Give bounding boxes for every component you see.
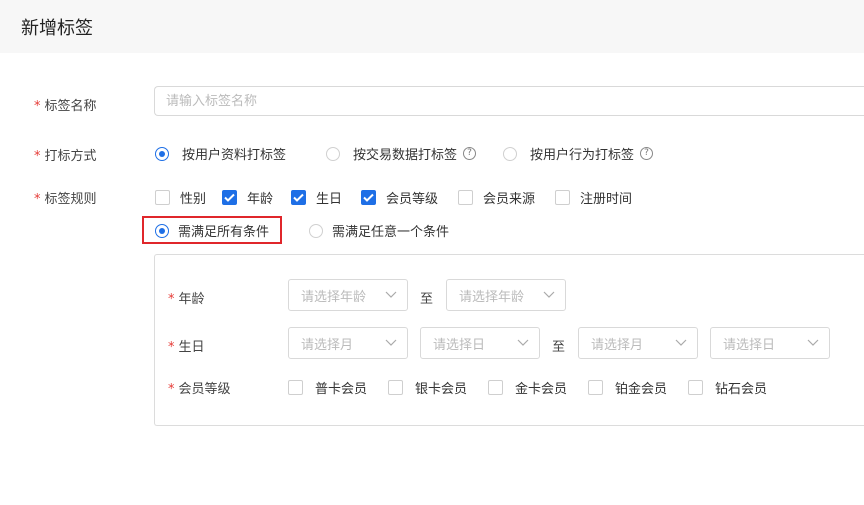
required-mark: * bbox=[34, 99, 41, 114]
rule-check-birthday[interactable]: 生日 bbox=[291, 188, 342, 207]
level-check-silver[interactable]: 银卡会员 bbox=[388, 378, 467, 397]
rule-check-member-source[interactable]: 会员来源 bbox=[458, 188, 535, 207]
birthday-from-month-select[interactable]: 请选择月 bbox=[288, 327, 408, 359]
rule-check-member-level[interactable]: 会员等级 bbox=[361, 188, 438, 207]
level-check-label: 钻石会员 bbox=[715, 382, 768, 397]
select-placeholder: 请选择日 bbox=[723, 337, 776, 353]
chevron-down-icon bbox=[807, 339, 819, 346]
radio-checked-icon[interactable] bbox=[155, 146, 169, 161]
help-icon[interactable]: ? bbox=[640, 147, 654, 160]
rule-check-gender[interactable]: 性别 bbox=[155, 188, 206, 207]
range-separator: 至 bbox=[420, 292, 434, 307]
checkbox-icon[interactable] bbox=[555, 190, 570, 205]
rule-check-register-time[interactable]: 注册时间 bbox=[555, 188, 632, 207]
select-placeholder: 请选择日 bbox=[433, 337, 486, 353]
radio-unchecked-icon[interactable] bbox=[503, 146, 517, 161]
rule-check-age[interactable]: 年龄 bbox=[222, 188, 273, 207]
required-mark: * bbox=[168, 292, 175, 307]
checkbox-icon[interactable] bbox=[488, 380, 503, 395]
radio-checked-icon[interactable] bbox=[155, 223, 169, 238]
level-check-label: 金卡会员 bbox=[515, 382, 568, 397]
birthday-condition-label-text: 生日 bbox=[178, 340, 205, 355]
level-check-label: 银卡会员 bbox=[415, 382, 468, 397]
birthday-to-day-select[interactable]: 请选择日 bbox=[710, 327, 830, 359]
page-title: 新增标签 bbox=[21, 18, 93, 39]
method-option-label: 按交易数据打标签 bbox=[353, 148, 458, 163]
select-placeholder: 请选择年龄 bbox=[301, 289, 367, 305]
method-option-profile[interactable]: 按用户资料打标签 bbox=[155, 144, 286, 163]
level-check-label: 铂金会员 bbox=[615, 382, 668, 397]
age-from-select[interactable]: 请选择年龄 bbox=[288, 279, 408, 311]
match-option-any[interactable]: 需满足任意一个条件 bbox=[309, 221, 449, 240]
page-header: 新增标签 bbox=[0, 0, 864, 53]
required-mark: * bbox=[34, 149, 41, 164]
checkbox-icon[interactable] bbox=[588, 380, 603, 395]
tag-method-label-text: 打标方式 bbox=[44, 149, 97, 164]
required-mark: * bbox=[168, 382, 175, 397]
level-check-label: 普卡会员 bbox=[315, 382, 368, 397]
radio-unchecked-icon[interactable] bbox=[326, 146, 340, 161]
checkbox-icon[interactable] bbox=[458, 190, 473, 205]
level-check-diamond[interactable]: 钻石会员 bbox=[688, 378, 767, 397]
chevron-down-icon bbox=[543, 291, 555, 298]
select-placeholder: 请选择月 bbox=[591, 337, 644, 353]
checkbox-icon[interactable] bbox=[688, 380, 703, 395]
age-condition-label-text: 年龄 bbox=[178, 292, 205, 307]
chevron-down-icon bbox=[385, 339, 397, 346]
rule-check-label: 性别 bbox=[180, 192, 207, 207]
chevron-down-icon bbox=[517, 339, 529, 346]
level-condition-label: * 会员等级 bbox=[168, 378, 231, 397]
method-option-transaction[interactable]: 按交易数据打标签 ? bbox=[326, 144, 477, 163]
tag-rule-label-text: 标签规则 bbox=[44, 192, 97, 207]
tag-name-label-text: 标签名称 bbox=[44, 99, 97, 114]
checkbox-checked-icon[interactable] bbox=[361, 190, 376, 205]
rule-check-label: 生日 bbox=[316, 192, 343, 207]
birthday-from-day-select[interactable]: 请选择日 bbox=[420, 327, 540, 359]
rule-check-label: 年龄 bbox=[247, 192, 274, 207]
level-condition-label-text: 会员等级 bbox=[178, 382, 231, 397]
select-placeholder: 请选择年龄 bbox=[459, 289, 525, 305]
tag-rule-label: * 标签规则 bbox=[34, 188, 97, 207]
rule-check-label: 注册时间 bbox=[580, 192, 633, 207]
tag-name-label: * 标签名称 bbox=[34, 95, 97, 114]
checkbox-checked-icon[interactable] bbox=[291, 190, 306, 205]
birthday-to-month-select[interactable]: 请选择月 bbox=[578, 327, 698, 359]
chevron-down-icon bbox=[675, 339, 687, 346]
age-to-select[interactable]: 请选择年龄 bbox=[446, 279, 566, 311]
range-separator: 至 bbox=[552, 340, 566, 355]
checkbox-checked-icon[interactable] bbox=[222, 190, 237, 205]
help-icon[interactable]: ? bbox=[463, 147, 477, 160]
checkbox-icon[interactable] bbox=[155, 190, 170, 205]
level-check-gold[interactable]: 金卡会员 bbox=[488, 378, 567, 397]
tag-method-label: * 打标方式 bbox=[34, 145, 97, 164]
match-option-label: 需满足任意一个条件 bbox=[332, 225, 450, 240]
rule-check-label: 会员等级 bbox=[386, 192, 439, 207]
select-placeholder: 请选择月 bbox=[301, 337, 354, 353]
match-option-label: 需满足所有条件 bbox=[178, 225, 270, 240]
rule-check-label: 会员来源 bbox=[483, 192, 536, 207]
required-mark: * bbox=[168, 340, 175, 355]
method-option-label: 按用户行为打标签 bbox=[530, 148, 635, 163]
chevron-down-icon bbox=[385, 291, 397, 298]
level-check-regular[interactable]: 普卡会员 bbox=[288, 378, 367, 397]
method-option-label: 按用户资料打标签 bbox=[182, 148, 287, 163]
checkbox-icon[interactable] bbox=[288, 380, 303, 395]
required-mark: * bbox=[34, 192, 41, 207]
radio-unchecked-icon[interactable] bbox=[309, 223, 323, 238]
birthday-condition-label: * 生日 bbox=[168, 336, 205, 355]
age-condition-label: * 年龄 bbox=[168, 288, 205, 307]
level-check-platinum[interactable]: 铂金会员 bbox=[588, 378, 667, 397]
checkbox-icon[interactable] bbox=[388, 380, 403, 395]
method-option-behavior[interactable]: 按用户行为打标签 ? bbox=[503, 144, 654, 163]
match-option-all[interactable]: 需满足所有条件 bbox=[155, 221, 269, 240]
tag-name-input[interactable] bbox=[154, 86, 864, 116]
